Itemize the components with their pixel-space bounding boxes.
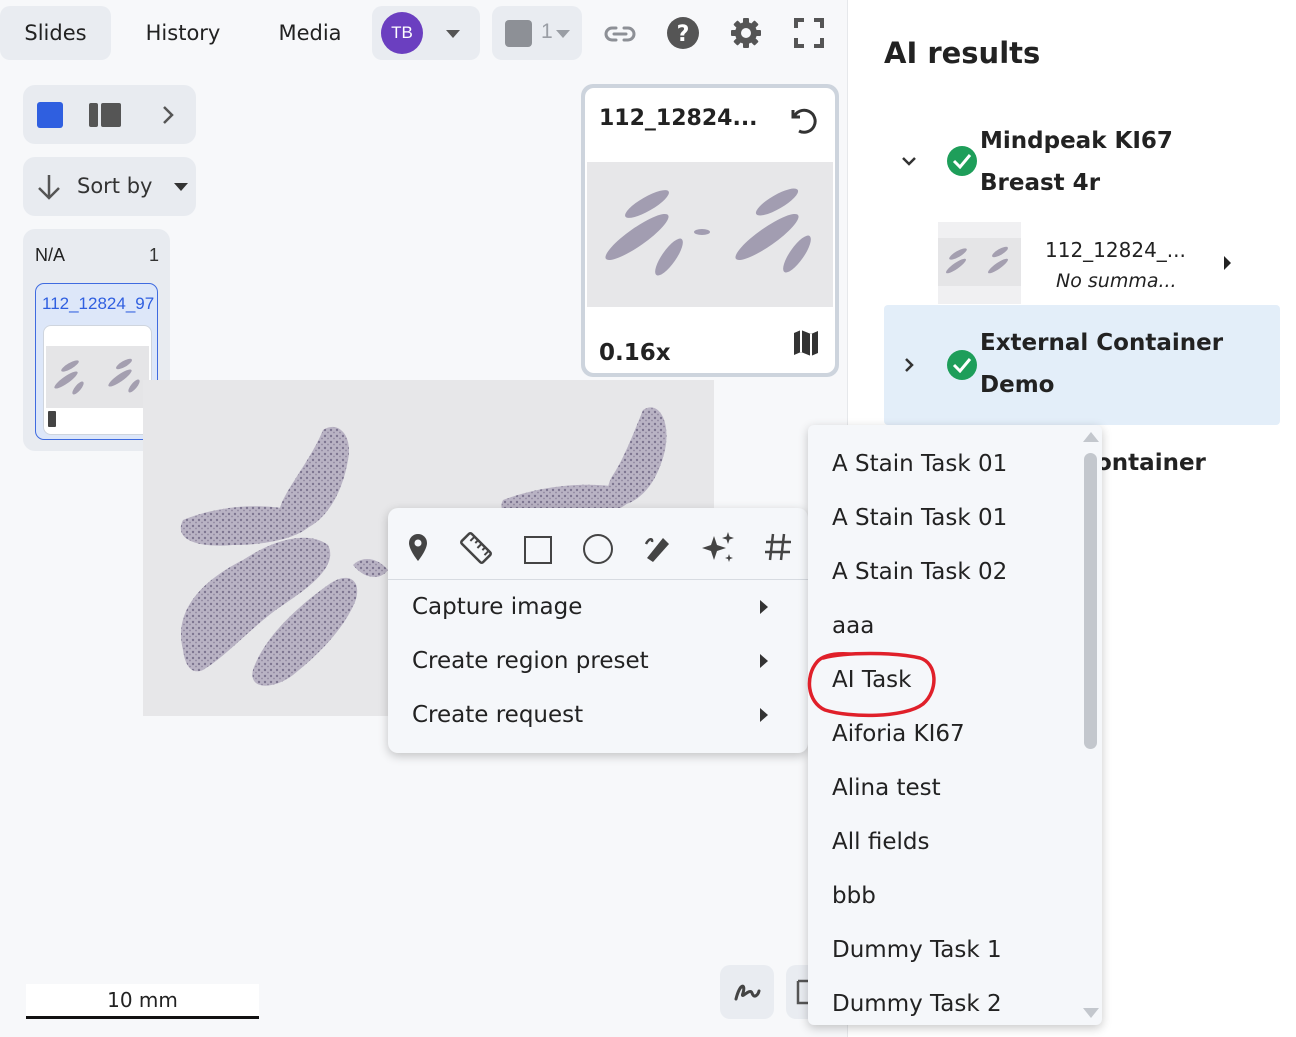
- result-name[interactable]: External Container Demo: [980, 322, 1230, 406]
- gear-icon[interactable]: [726, 13, 766, 53]
- map-icon[interactable]: [791, 328, 821, 363]
- chevron-right-icon[interactable]: [161, 105, 175, 130]
- menu-item-label: Capture image: [412, 594, 583, 620]
- sort-dropdown[interactable]: Sort by: [23, 157, 196, 216]
- task-list-scrollbar[interactable]: [1080, 425, 1102, 1025]
- result-slide-summary: No summa...: [1056, 270, 1177, 292]
- help-icon[interactable]: ?: [663, 13, 703, 53]
- task-list: A Stain Task 01 A Stain Task 01 A Stain …: [808, 425, 1102, 1025]
- scrollbar-thumb[interactable]: [1084, 453, 1097, 749]
- arrow-down-icon: [36, 173, 62, 206]
- ai-results-title: AI results: [884, 36, 1041, 70]
- expand-chevron-icon[interactable]: [901, 155, 917, 173]
- submenu-arrow-icon: [760, 654, 768, 668]
- tab-history[interactable]: History: [124, 6, 242, 60]
- task-item[interactable]: Alina test: [832, 775, 941, 801]
- minimap-image[interactable]: [587, 162, 833, 307]
- scroll-down-arrow-icon[interactable]: [1083, 1008, 1099, 1018]
- freehand-icon: [734, 984, 761, 1001]
- avatar: TB: [381, 12, 423, 54]
- submenu-arrow-icon: [760, 600, 768, 614]
- pin-icon[interactable]: [406, 532, 430, 569]
- layer-swatch-icon: [505, 20, 532, 47]
- menu-divider: [388, 579, 808, 580]
- ruler-icon[interactable]: [458, 530, 494, 571]
- slide-thumbnail: [43, 325, 152, 435]
- check-circle-icon: [947, 146, 977, 176]
- link-icon[interactable]: [600, 14, 640, 54]
- task-item[interactable]: Aiforia KI67: [832, 721, 965, 747]
- scroll-up-arrow-icon[interactable]: [1083, 432, 1099, 442]
- rotate-icon[interactable]: [785, 104, 817, 141]
- minimap-inner: 112_12824... 0.16x: [585, 88, 835, 373]
- menu-item-label: Create request: [412, 702, 584, 728]
- menu-item-label: Create region preset: [412, 648, 649, 674]
- tab-slides-label: Slides: [24, 21, 87, 45]
- tab-media[interactable]: Media: [256, 6, 364, 60]
- chevron-down-icon: [556, 30, 570, 38]
- layer-count: 1: [541, 20, 553, 43]
- zoom-level: 0.16x: [599, 340, 671, 366]
- freehand-tool-button[interactable]: [720, 965, 774, 1019]
- single-view-icon[interactable]: [37, 102, 63, 128]
- user-menu[interactable]: TB: [372, 6, 480, 60]
- ai-sparkle-icon[interactable]: [700, 530, 736, 571]
- task-item[interactable]: Dummy Task 1: [832, 937, 1002, 963]
- chevron-down-icon: [446, 30, 460, 38]
- task-item[interactable]: bbb: [832, 883, 876, 909]
- sort-label: Sort by: [77, 174, 153, 198]
- tab-media-label: Media: [278, 21, 342, 45]
- group-count: 1: [149, 245, 160, 265]
- scale-bar: 10 mm: [26, 984, 259, 1019]
- context-menu: Capture image Create region preset Creat…: [388, 508, 808, 753]
- chevron-down-icon: [174, 183, 188, 191]
- result-slide-row[interactable]: 112_12824_... No summa...: [938, 222, 1238, 304]
- expand-chevron-icon[interactable]: [904, 357, 916, 378]
- slide-name: 112_12824_97: [42, 294, 155, 313]
- scale-bar-label: 10 mm: [107, 988, 178, 1012]
- rectangle-icon[interactable]: [524, 536, 552, 564]
- avatar-initials: TB: [391, 23, 413, 42]
- layer-selector[interactable]: 1: [492, 6, 582, 60]
- submenu-arrow-icon: [760, 708, 768, 722]
- result-slide-name: 112_12824_...: [1045, 238, 1186, 262]
- task-item[interactable]: A Stain Task 02: [832, 559, 1007, 585]
- result-name-partial[interactable]: ontainer: [1096, 450, 1206, 476]
- view-mode-group: [23, 85, 196, 144]
- caret-right-icon[interactable]: [1224, 256, 1231, 270]
- tab-slides[interactable]: Slides: [0, 6, 111, 60]
- fullscreen-icon[interactable]: [789, 13, 829, 53]
- task-item[interactable]: A Stain Task 01: [832, 505, 1007, 531]
- brush-icon[interactable]: [643, 532, 673, 569]
- minimap-title: 112_12824...: [599, 106, 758, 131]
- task-item[interactable]: Dummy Task 2: [832, 991, 1002, 1017]
- task-item[interactable]: All fields: [832, 829, 929, 855]
- svg-text:?: ?: [677, 22, 690, 47]
- hash-icon[interactable]: [764, 532, 792, 567]
- annotation-circle: [807, 651, 936, 718]
- task-item[interactable]: aaa: [832, 613, 874, 639]
- task-item[interactable]: A Stain Task 01: [832, 451, 1007, 477]
- group-label: N/A: [35, 245, 66, 265]
- result-name[interactable]: Mindpeak KI67 Breast 4r: [980, 120, 1260, 204]
- result-slide-thumbnail: [938, 222, 1021, 304]
- check-circle-icon: [947, 350, 977, 380]
- tab-history-label: History: [145, 21, 221, 45]
- circle-icon[interactable]: [583, 534, 613, 564]
- split-view-icon[interactable]: [89, 103, 121, 127]
- minimap-panel: 112_12824... 0.16x: [581, 84, 839, 377]
- slide-card[interactable]: 112_12824_97: [35, 283, 158, 440]
